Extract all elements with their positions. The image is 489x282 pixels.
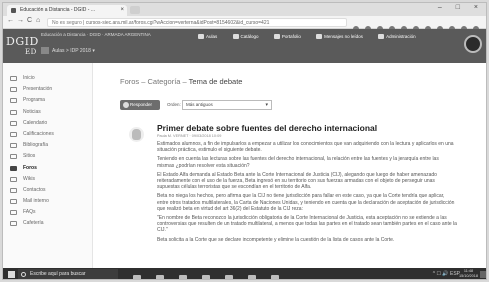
sidebar-item-wikis[interactable]: Wikis	[3, 174, 92, 185]
sidebar-item-programa[interactable]: Programa	[3, 95, 92, 106]
windows-start-icon[interactable]	[8, 271, 15, 278]
cart-icon	[232, 34, 239, 40]
sidebar-item-mail[interactable]: Mail interno	[3, 196, 92, 207]
breadcrumb-current: Tema de debate	[188, 77, 243, 86]
mail-icon	[10, 199, 17, 205]
forum-icon	[10, 165, 17, 171]
sidebar-item-inicio[interactable]: Inicio	[3, 73, 92, 84]
post-paragraph: Beta solicita a la Corte que se declare …	[157, 236, 395, 243]
browser-window: Educación a Distancia - DGID - ... × – □…	[2, 2, 487, 280]
author-avatar	[129, 127, 144, 142]
contacts-icon	[10, 187, 17, 193]
word-icon[interactable]	[271, 275, 279, 279]
mail-icon	[316, 34, 323, 40]
url-text: | cursos-siec.ara.mil.ar/foros.cgi?wAcci…	[83, 20, 270, 26]
header-breadcrumb[interactable]: Aulas > IDP 2018 ▾	[41, 47, 95, 54]
home-icon[interactable]: ⌂	[36, 17, 40, 24]
notifications-icon[interactable]	[480, 271, 486, 278]
post-paragraph: Beta no niega los hechos, pero afirma qu…	[157, 193, 455, 212]
chevron-down-icon: ▾	[265, 102, 268, 108]
main-content: Foros – Categoría – Tema de debate Respo…	[94, 63, 486, 268]
post-paragraph: Estimados alumnos, a fin de impulsarlos …	[157, 141, 454, 154]
wiki-icon	[10, 176, 17, 182]
top-nav-catalogo[interactable]: Catálogo	[232, 34, 259, 40]
sidebar-item-contactos[interactable]: Contactos	[3, 185, 92, 196]
top-nav-mensajes[interactable]: Mensajes no leídos	[316, 34, 363, 40]
plus-icon	[123, 102, 129, 108]
taskbar-apps	[133, 270, 294, 279]
gear-icon	[378, 34, 385, 40]
system-tray[interactable]: ^ ☐ 🔊 ESP	[433, 271, 460, 277]
sidebar-item-cafeteria[interactable]: Cafetería	[3, 218, 92, 229]
folder-icon[interactable]	[179, 275, 187, 279]
url-field[interactable]: No es seguro | cursos-siec.ara.mil.ar/fo…	[47, 18, 347, 27]
sidebar-item-bibliografia[interactable]: Bibliografía	[3, 140, 92, 151]
breadcrumb-foros[interactable]: Foros	[120, 77, 139, 86]
sidebar-item-calificaciones[interactable]: Calificaciones	[3, 129, 92, 140]
faq-icon	[10, 210, 17, 216]
site-logo[interactable]: DGID ED	[6, 35, 39, 56]
home-icon	[10, 76, 17, 81]
security-status[interactable]: No es seguro	[52, 20, 82, 26]
home-icon[interactable]	[41, 47, 49, 54]
mail-icon[interactable]	[225, 275, 233, 279]
browser-tab[interactable]: Educación a Distancia - DGID - ... ×	[7, 5, 127, 16]
header-institution: Educación a Distancia · DGID · ARMADA AR…	[41, 32, 151, 37]
browser-tab-bar: Educación a Distancia - DGID - ... × – □…	[3, 3, 486, 16]
taskbar-clock[interactable]: 11:48 15/10/2018	[459, 269, 478, 279]
search-icon	[21, 272, 26, 277]
chrome-icon[interactable]	[248, 275, 256, 279]
site-favicon-icon	[11, 8, 16, 13]
new-tab-button[interactable]	[130, 6, 140, 14]
sidebar-item-presentacion[interactable]: Presentación	[3, 84, 92, 95]
back-icon[interactable]: ←	[7, 17, 14, 24]
window-controls[interactable]: – □ ×	[438, 4, 484, 11]
program-icon	[10, 98, 17, 104]
post-body: Primer debate sobre fuentes del derecho …	[157, 123, 457, 246]
link-icon	[10, 154, 17, 160]
user-avatar[interactable]	[464, 35, 482, 53]
reload-icon[interactable]: C	[27, 17, 32, 24]
sidebar-item-faqs[interactable]: FAQs	[3, 207, 92, 218]
classroom-icon	[198, 34, 204, 40]
tab-close-icon[interactable]: ×	[120, 5, 124, 16]
grades-icon	[10, 131, 17, 137]
taskview-icon[interactable]	[133, 275, 141, 279]
calendar-icon	[10, 120, 17, 126]
sidebar-item-calendario[interactable]: Calendario	[3, 118, 92, 129]
tab-title: Educación a Distancia - DGID - ...	[20, 7, 96, 13]
top-nav-portafolio[interactable]: Portafolio	[273, 34, 301, 40]
taskbar-search[interactable]: Escribe aquí para buscar	[18, 269, 118, 279]
sidebar-item-foros[interactable]: Foros	[3, 163, 92, 174]
address-bar-row: ← → C ⌂ No es seguro | cursos-siec.ara.m…	[3, 16, 486, 50]
books-icon	[10, 143, 17, 149]
site-header: DGID ED Educación a Distancia · DGID · A…	[3, 29, 486, 63]
post-meta: Paula M. VERNET · 09/03/2018 10:09	[157, 134, 222, 138]
order-label: Orden:	[167, 102, 181, 107]
top-nav: Aulas Catálogo Portafolio Mensajes no le…	[198, 34, 430, 40]
news-icon	[10, 109, 17, 115]
sidebar-item-noticias[interactable]: Noticias	[3, 107, 92, 118]
coffee-icon	[10, 221, 17, 227]
top-nav-aulas[interactable]: Aulas	[198, 34, 217, 40]
reply-button[interactable]: Responder	[120, 100, 160, 110]
store-icon[interactable]	[202, 275, 210, 279]
presentation-icon	[10, 87, 17, 93]
forum-post: Primer debate sobre fuentes del derecho …	[120, 123, 465, 268]
forward-icon[interactable]: →	[17, 17, 24, 24]
post-paragraph: El Estado Alfa demanda al Estado Beta an…	[157, 171, 437, 191]
post-paragraph: "En nombre de Beta reconozco la jurisdic…	[157, 215, 457, 234]
top-nav-administracion[interactable]: Administración	[378, 34, 416, 40]
breadcrumb: Foros – Categoría – Tema de debate	[120, 77, 243, 86]
edge-icon[interactable]	[156, 275, 164, 279]
sidebar-item-sitios[interactable]: Sitios	[3, 151, 92, 162]
course-sidebar: Inicio Presentación Programa Noticias Ca…	[3, 63, 93, 268]
post-paragraph: Teniendo en cuenta las lecturas sobre la…	[157, 156, 439, 169]
breadcrumb-categoria[interactable]: Categoría	[148, 77, 181, 86]
order-select[interactable]: Más antiguos ▾	[182, 100, 272, 110]
post-title: Primer debate sobre fuentes del derecho …	[157, 123, 378, 133]
portfolio-icon	[273, 34, 280, 40]
os-taskbar: Escribe aquí para buscar ^ ☐ 🔊 ESP 11:48…	[3, 268, 486, 279]
